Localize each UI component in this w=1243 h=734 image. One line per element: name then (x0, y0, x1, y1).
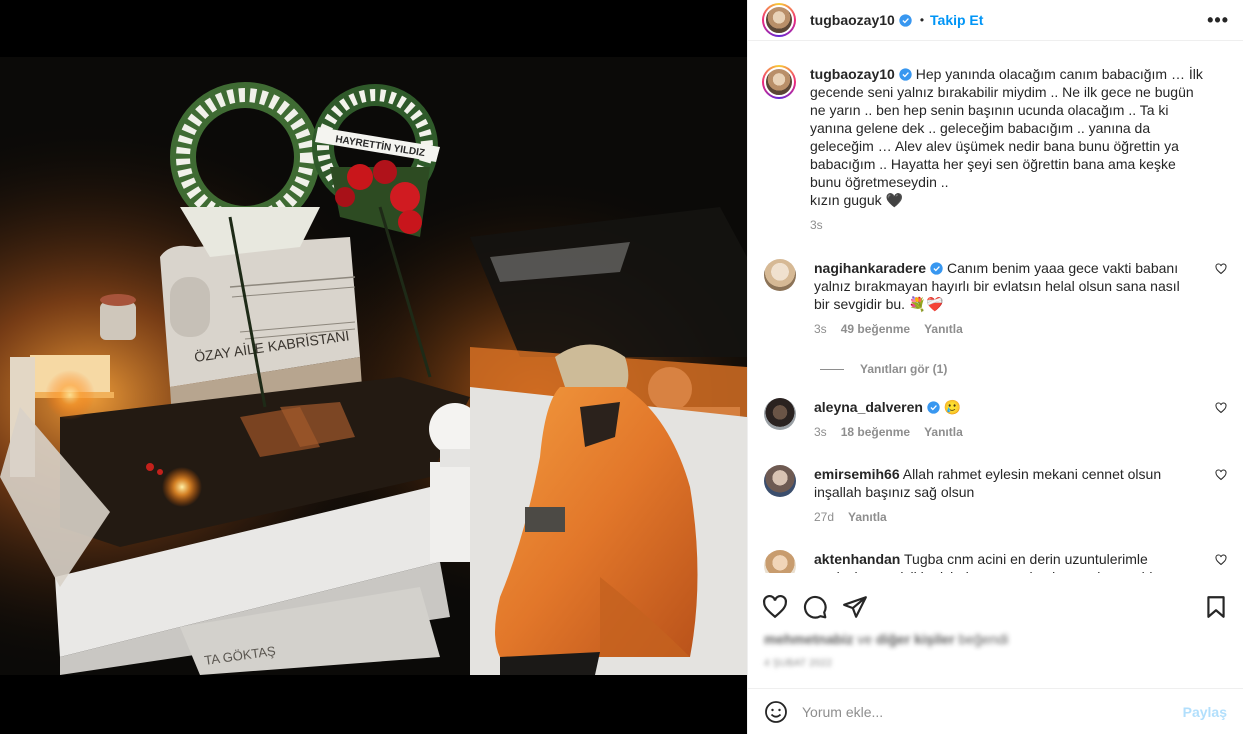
comment-likes[interactable]: 18 beğenme (841, 423, 910, 441)
commenter-username[interactable]: aleyna_dalveren (814, 399, 923, 415)
post-caption: tugbaozay10 Hep yanında olacağım canım b… (762, 65, 1227, 234)
more-options-icon[interactable]: ••• (1207, 10, 1229, 31)
header-separator: • (919, 13, 925, 27)
like-comment-heart-icon[interactable] (1215, 402, 1227, 414)
caption-username[interactable]: tugbaozay10 (810, 66, 895, 82)
author-username[interactable]: tugbaozay10 (810, 12, 895, 28)
comment-time[interactable]: 3s (814, 423, 827, 441)
commenter-avatar[interactable] (764, 398, 796, 430)
post-header: tugbaozay10 • Takip Et ••• (748, 0, 1243, 41)
comment-item: nagihankaradere Canım benim yaaa gece va… (762, 259, 1227, 338)
author-avatar[interactable] (762, 3, 796, 37)
comment-input[interactable] (802, 703, 1183, 720)
add-comment-bar: Paylaş (748, 688, 1243, 734)
like-comment-heart-icon[interactable] (1215, 554, 1227, 566)
verified-badge-icon (899, 13, 912, 27)
save-bookmark-icon[interactable] (1203, 594, 1229, 620)
comment-time[interactable]: 27d (814, 508, 834, 526)
post-media[interactable]: ÖZAY AİLE KABRİSTANI TA GÖKTAŞ HAYRETTİN… (0, 0, 747, 734)
follow-button[interactable]: Takip Et (930, 12, 983, 28)
commenter-avatar[interactable] (764, 465, 796, 497)
like-comment-heart-icon[interactable] (1215, 263, 1227, 275)
comment-bubble-icon[interactable] (802, 594, 828, 620)
like-comment-heart-icon[interactable] (1215, 469, 1227, 481)
emoji-smile-icon[interactable] (764, 700, 788, 724)
caption-text: Hep yanında olacağım canım babacığım … İ… (810, 66, 1203, 190)
comments-section[interactable]: tugbaozay10 Hep yanında olacağım canım b… (748, 41, 1243, 573)
view-replies-label: Yanıtları gör (1) (860, 362, 948, 376)
share-send-icon[interactable] (842, 594, 868, 620)
comment-time[interactable]: 3s (814, 320, 827, 338)
comment-item: aktenhandan Tugba cnm acini en derin uzu… (762, 550, 1227, 573)
replies-divider (820, 368, 844, 370)
reply-button[interactable]: Yanıtla (924, 423, 963, 441)
commenter-username[interactable]: emirsemih66 (814, 466, 900, 482)
caption-time[interactable]: 3s (810, 216, 1210, 234)
likes-user[interactable]: mehmetnabiz (764, 631, 853, 647)
commenter-username[interactable]: aktenhandan (814, 551, 900, 567)
post-comment-button[interactable]: Paylaş (1183, 704, 1227, 720)
verified-badge-icon (899, 68, 912, 81)
comment-item: aleyna_dalveren 🥲 3s 18 beğenme Yanıtla (762, 398, 1227, 441)
likes-others[interactable]: diğer kişiler (876, 631, 955, 647)
post-photo: ÖZAY AİLE KABRİSTANI TA GÖKTAŞ HAYRETTİN… (0, 57, 747, 675)
post-panel: tugbaozay10 • Takip Et ••• tugbaozay10 H… (747, 0, 1243, 734)
view-replies-button[interactable]: Yanıtları gör (1) (820, 362, 1227, 376)
commenter-avatar[interactable] (764, 259, 796, 291)
likes-suffix: beğendi (958, 631, 1009, 647)
like-heart-icon[interactable] (762, 594, 788, 620)
comment-item: emirsemih66 Allah rahmet eylesin mekani … (762, 465, 1227, 526)
commenter-avatar[interactable] (764, 550, 796, 573)
caption-avatar[interactable] (762, 65, 796, 99)
reply-button[interactable]: Yanıtla (848, 508, 887, 526)
comment-text: 🥲 (943, 399, 962, 415)
caption-signoff: kızın guguk 🖤 (810, 192, 903, 208)
verified-badge-icon (927, 401, 940, 414)
verified-badge-icon (930, 262, 943, 275)
comment-likes[interactable]: 49 beğenme (841, 320, 910, 338)
commenter-username[interactable]: nagihankaradere (814, 260, 926, 276)
likes-connector: ve (857, 631, 873, 647)
reply-button[interactable]: Yanıtla (924, 320, 963, 338)
post-date[interactable]: 4 ŞUBAT 2022 (764, 658, 832, 669)
post-actions (748, 587, 1243, 627)
likes-summary[interactable]: mehmetnabiz ve diğer kişiler beğendi (764, 631, 1008, 647)
